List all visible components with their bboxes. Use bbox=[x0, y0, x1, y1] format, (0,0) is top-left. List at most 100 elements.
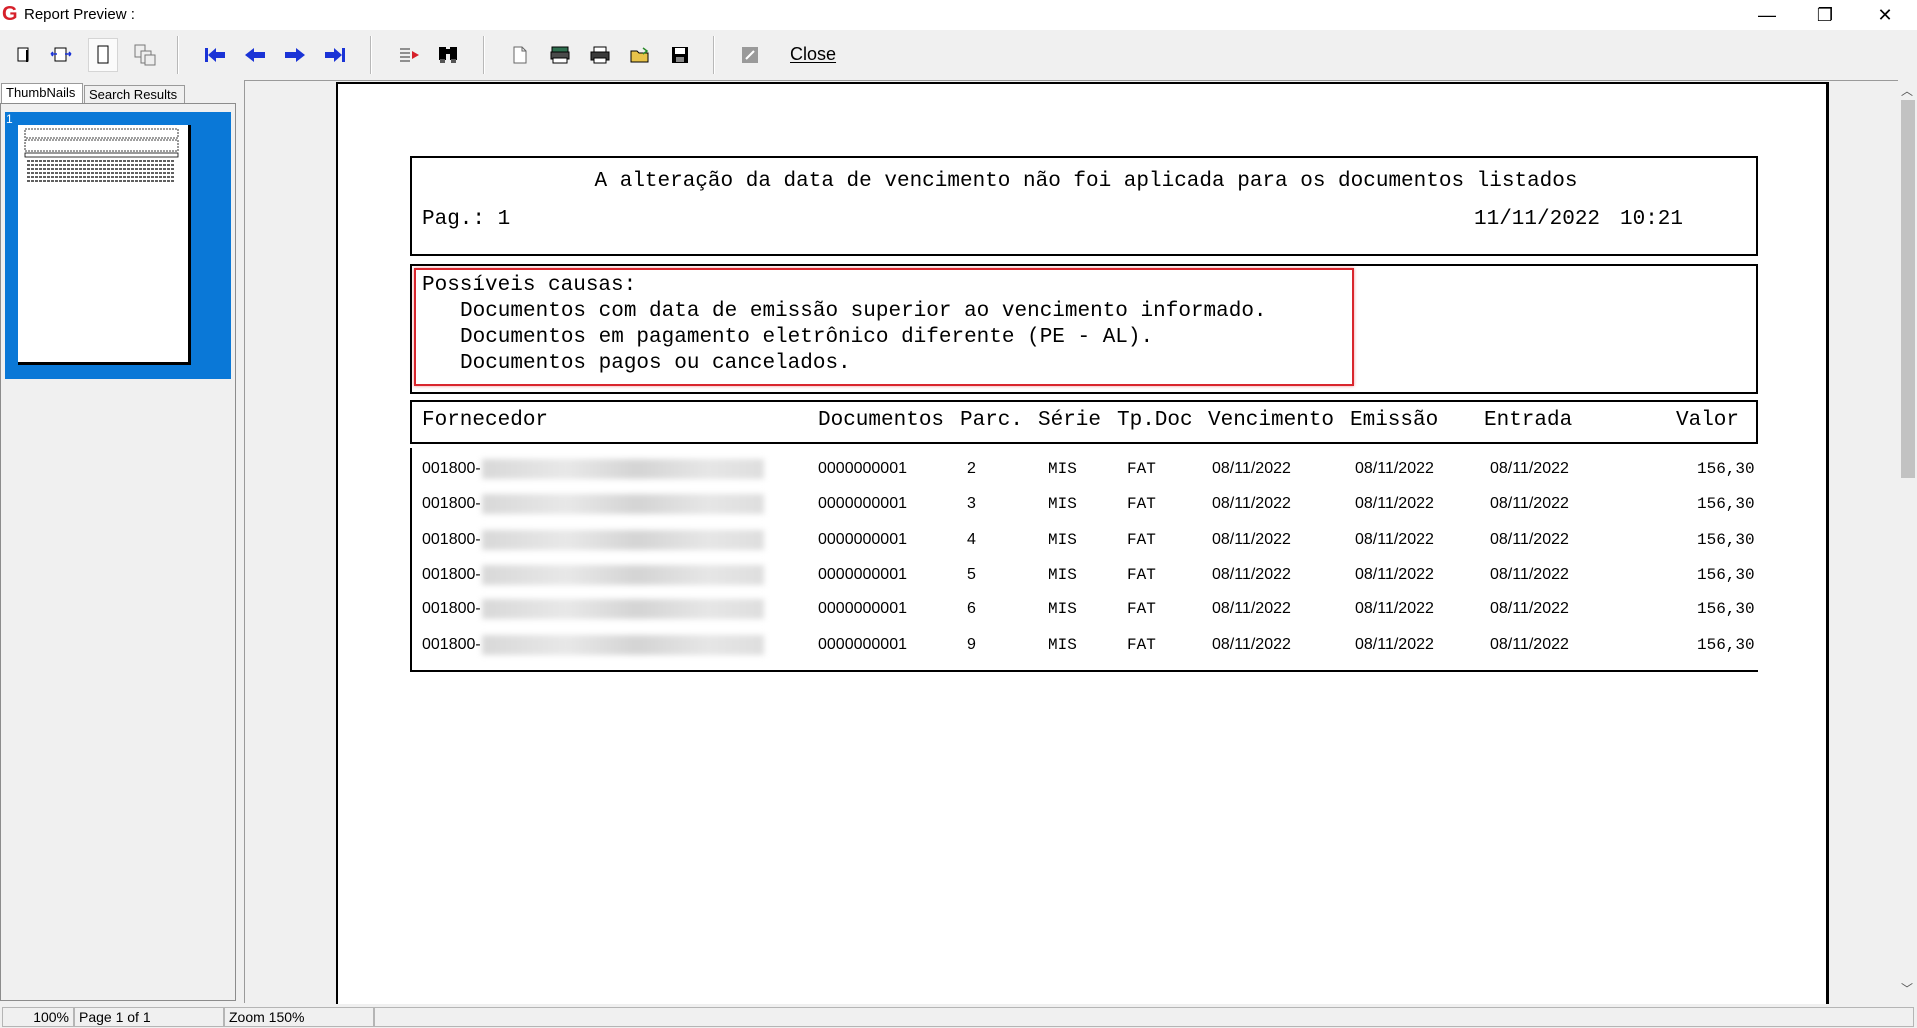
page-label: Pag.: 1 bbox=[422, 208, 511, 231]
close-button[interactable]: Close bbox=[790, 44, 836, 65]
edit-icon[interactable] bbox=[735, 38, 765, 72]
tab-search-results[interactable]: Search Results bbox=[84, 85, 185, 105]
cell-emissao: 08/11/2022 bbox=[1355, 460, 1434, 477]
vertical-scrollbar[interactable]: ︿ ﹀ bbox=[1898, 80, 1917, 1002]
page-width-icon[interactable] bbox=[46, 38, 76, 72]
cell-fornecedor: 001800- bbox=[422, 531, 481, 548]
thumbnail-number: 1 bbox=[6, 112, 13, 126]
table-row: 001800- 0000000001 3 MIS FAT 08/11/2022 … bbox=[412, 494, 1758, 521]
cell-parc: 5 bbox=[967, 566, 976, 583]
col-emissao: Emissão bbox=[1350, 409, 1439, 432]
cell-emissao: 08/11/2022 bbox=[1355, 531, 1434, 548]
col-tpdoc: Tp.Doc bbox=[1117, 409, 1193, 432]
cell-fornecedor: 001800- bbox=[422, 566, 481, 583]
cell-valor: 156,30 bbox=[1697, 460, 1755, 478]
causes-title: Possíveis causas: bbox=[422, 274, 637, 297]
cell-fornecedor: 001800- bbox=[422, 600, 481, 617]
cell-valor: 156,30 bbox=[1697, 600, 1755, 618]
cell-documento: 0000000001 bbox=[818, 636, 907, 653]
tab-thumbnails[interactable]: ThumbNails bbox=[1, 83, 83, 103]
status-bar: 100% Page 1 of 1 Zoom 150% bbox=[0, 1004, 1917, 1028]
cell-valor: 156,30 bbox=[1697, 531, 1755, 549]
cell-vencimento: 08/11/2022 bbox=[1212, 495, 1291, 512]
multi-page-icon[interactable] bbox=[130, 38, 160, 72]
causes-section: Possíveis causas: Documentos com data de… bbox=[410, 264, 1758, 394]
single-page-icon[interactable] bbox=[8, 38, 38, 72]
redacted-name bbox=[482, 530, 764, 550]
cell-emissao: 08/11/2022 bbox=[1355, 600, 1434, 617]
cell-serie: MIS bbox=[1048, 460, 1077, 478]
cell-vencimento: 08/11/2022 bbox=[1212, 600, 1291, 617]
cell-entrada: 08/11/2022 bbox=[1490, 636, 1569, 653]
full-page-icon[interactable] bbox=[88, 38, 118, 72]
report-date: 11/11/2022 bbox=[1474, 208, 1601, 231]
cell-documento: 0000000001 bbox=[818, 600, 907, 617]
cell-valor: 156,30 bbox=[1697, 566, 1755, 584]
redacted-name bbox=[482, 635, 764, 655]
cell-entrada: 08/11/2022 bbox=[1490, 495, 1569, 512]
next-page-icon[interactable] bbox=[280, 38, 310, 72]
page-setup-icon[interactable] bbox=[505, 38, 535, 72]
previous-page-icon[interactable] bbox=[240, 38, 270, 72]
open-icon[interactable] bbox=[625, 38, 655, 72]
col-entrada: Entrada bbox=[1484, 409, 1573, 432]
minimize-button[interactable]: — bbox=[1738, 0, 1796, 30]
cell-tpdoc: FAT bbox=[1127, 600, 1156, 618]
cell-tpdoc: FAT bbox=[1127, 460, 1156, 478]
cell-parc: 3 bbox=[967, 495, 976, 512]
find-icon[interactable] bbox=[433, 38, 463, 72]
col-valor: Valor bbox=[1676, 409, 1740, 432]
page-info: Page 1 of 1 bbox=[74, 1007, 224, 1027]
col-parc: Parc. bbox=[960, 409, 1024, 432]
maximize-button[interactable]: ❐ bbox=[1796, 0, 1854, 30]
col-documentos: Documentos bbox=[818, 409, 945, 432]
cell-tpdoc: FAT bbox=[1127, 495, 1156, 513]
cell-emissao: 08/11/2022 bbox=[1355, 636, 1434, 653]
title-bar: G Report Preview : — ❐ ✕ bbox=[0, 0, 1917, 30]
last-page-icon[interactable] bbox=[320, 38, 350, 72]
first-page-icon[interactable] bbox=[200, 38, 230, 72]
col-serie: Série bbox=[1038, 409, 1102, 432]
redacted-name bbox=[482, 494, 764, 514]
cell-valor: 156,30 bbox=[1697, 636, 1755, 654]
cell-fornecedor: 001800- bbox=[422, 460, 481, 477]
scroll-up-icon[interactable]: ︿ bbox=[1901, 82, 1913, 99]
zoom-percent: 100% bbox=[2, 1007, 74, 1027]
window-title: Report Preview : bbox=[24, 6, 135, 23]
page-thumbnail[interactable] bbox=[18, 125, 191, 365]
cause-item: Documentos com data de emissão superior … bbox=[460, 300, 1267, 323]
cell-entrada: 08/11/2022 bbox=[1490, 600, 1569, 617]
report-time: 10:21 bbox=[1620, 208, 1684, 231]
table-row: 001800- 0000000001 9 MIS FAT 08/11/2022 … bbox=[412, 635, 1758, 662]
scroll-down-icon[interactable]: ﹀ bbox=[1901, 980, 1913, 997]
status-message bbox=[374, 1007, 1914, 1027]
scrollbar-thumb[interactable] bbox=[1901, 100, 1915, 478]
cell-valor: 156,30 bbox=[1697, 495, 1755, 513]
cell-serie: MIS bbox=[1048, 531, 1077, 549]
cell-serie: MIS bbox=[1048, 495, 1077, 513]
save-icon[interactable] bbox=[665, 38, 695, 72]
close-window-button[interactable]: ✕ bbox=[1856, 0, 1914, 30]
cell-fornecedor: 001800- bbox=[422, 636, 481, 653]
cause-item: Documentos pagos ou cancelados. bbox=[460, 352, 851, 375]
print-icon[interactable] bbox=[585, 38, 615, 72]
cell-tpdoc: FAT bbox=[1127, 636, 1156, 654]
go-to-page-icon[interactable] bbox=[395, 38, 425, 72]
redacted-name bbox=[482, 459, 764, 479]
printer-setup-icon[interactable] bbox=[545, 38, 575, 72]
cell-documento: 0000000001 bbox=[818, 566, 907, 583]
cell-vencimento: 08/11/2022 bbox=[1212, 531, 1291, 548]
cell-documento: 0000000001 bbox=[818, 495, 907, 512]
cell-tpdoc: FAT bbox=[1127, 531, 1156, 549]
cell-emissao: 08/11/2022 bbox=[1355, 566, 1434, 583]
zoom-level: Zoom 150% bbox=[224, 1007, 374, 1027]
cause-item: Documentos em pagamento eletrônico difer… bbox=[460, 326, 1154, 349]
cell-serie: MIS bbox=[1048, 566, 1077, 584]
report-title: A alteração da data de vencimento não fo… bbox=[594, 170, 1578, 193]
col-vencimento: Vencimento bbox=[1208, 409, 1335, 432]
table-body: 001800- 0000000001 2 MIS FAT 08/11/2022 … bbox=[410, 448, 1758, 672]
cell-tpdoc: FAT bbox=[1127, 566, 1156, 584]
cell-fornecedor: 001800- bbox=[422, 495, 481, 512]
cell-vencimento: 08/11/2022 bbox=[1212, 636, 1291, 653]
redacted-name bbox=[482, 565, 764, 585]
